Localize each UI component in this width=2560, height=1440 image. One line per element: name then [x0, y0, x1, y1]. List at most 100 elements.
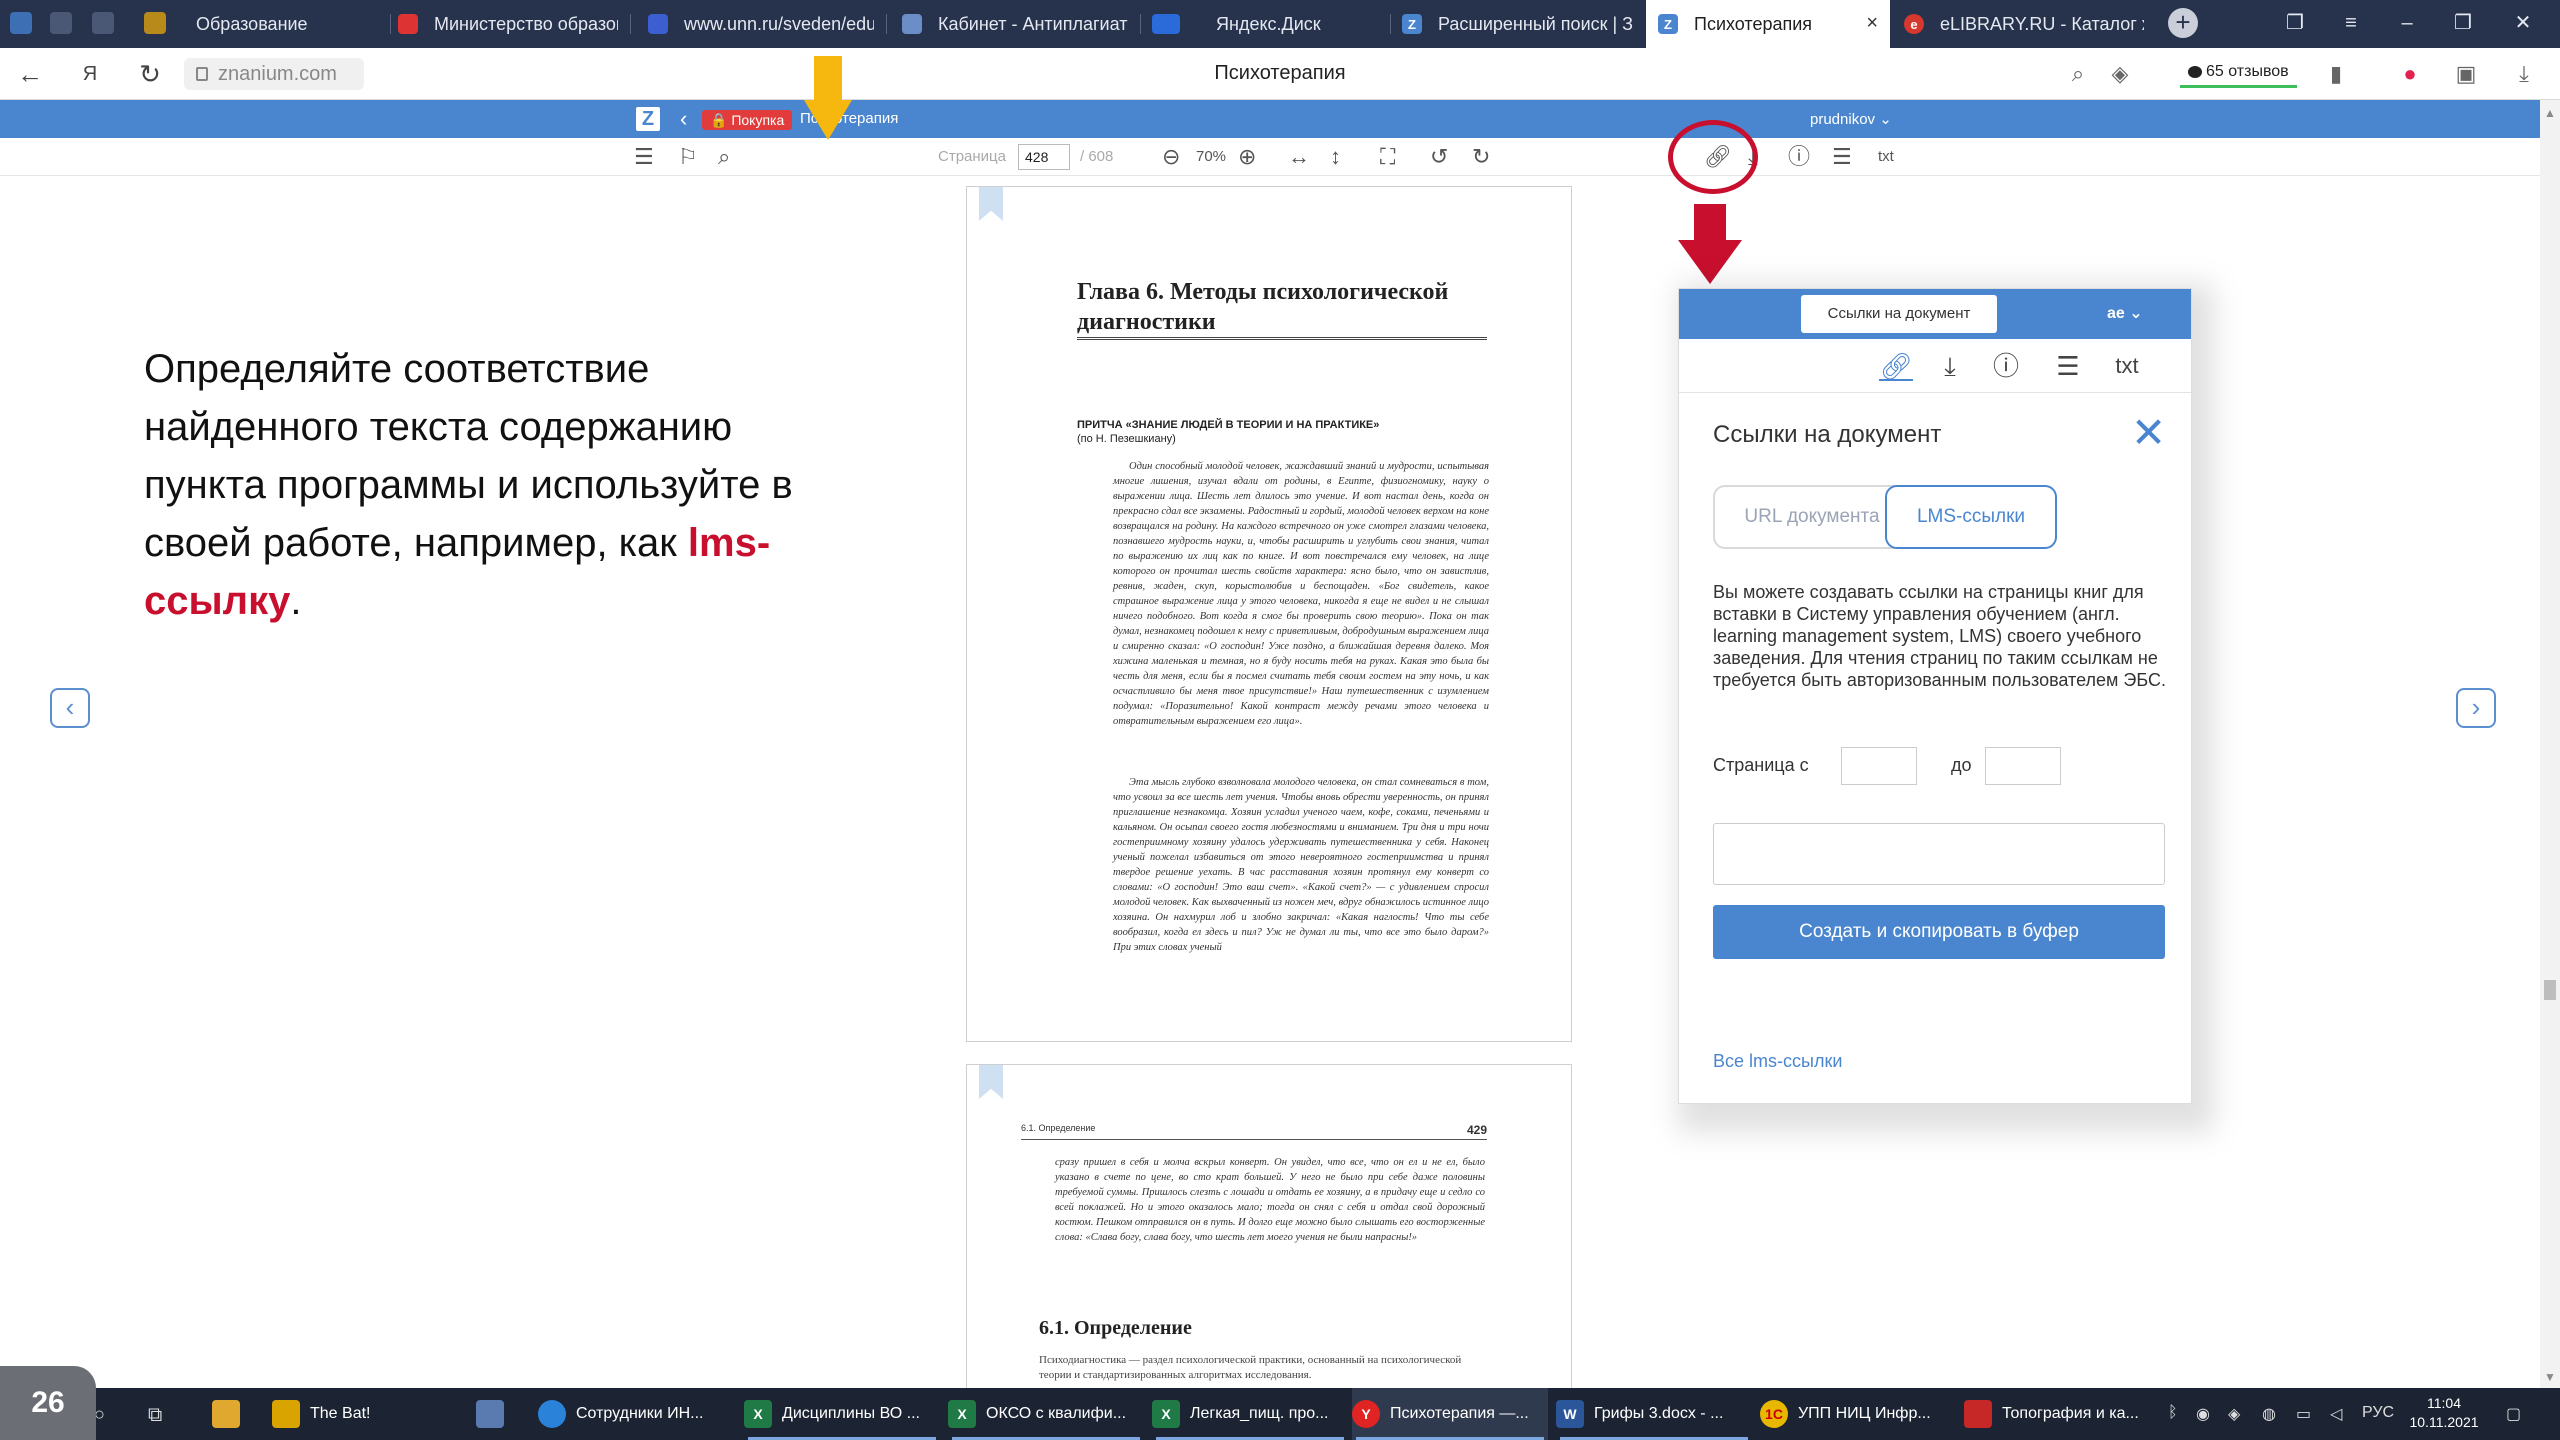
tab-ministry[interactable]: Министерство образов — [398, 0, 618, 48]
restore-window-icon[interactable]: ❐ — [2448, 8, 2478, 38]
user-menu[interactable]: ae ⌄ — [2107, 303, 2143, 323]
minimize-window-icon[interactable]: – — [2392, 8, 2422, 38]
close-window-icon[interactable]: ✕ — [2508, 8, 2538, 38]
znanium-logo[interactable]: Z — [636, 107, 660, 131]
folder-icon — [212, 1400, 240, 1428]
reviews-badge[interactable]: 65 отзывов — [2180, 58, 2297, 88]
volume-icon[interactable]: ◁ — [2330, 1404, 2342, 1424]
buy-badge[interactable]: 🔒 Покупка — [702, 110, 793, 130]
rotate-left-icon[interactable]: ↺ — [1430, 145, 1448, 169]
taskbar-explorer[interactable] — [212, 1388, 256, 1440]
bookmark-icon[interactable]: ⚐ — [678, 145, 698, 169]
pdf-icon — [1964, 1400, 1992, 1428]
taskbar-item[interactable]: X Легкая_пищ. про... — [1152, 1388, 1348, 1440]
contents-list-icon[interactable]: ☰ — [634, 145, 654, 169]
info-icon[interactable]: ⓘ — [1991, 351, 2021, 381]
generated-link-field[interactable] — [1713, 823, 2165, 885]
taskbar-item[interactable]: 1С УПП НИЦ Инфр... — [1760, 1388, 1956, 1440]
bookmark-icon[interactable]: ▮ — [2324, 62, 2348, 86]
tab-education[interactable]: Образование — [160, 0, 380, 48]
page-number-input[interactable] — [1018, 144, 1070, 170]
info-icon[interactable]: ⓘ — [1788, 145, 1810, 169]
scroll-thumb[interactable] — [2544, 980, 2556, 1000]
txt-button[interactable]: txt — [2107, 351, 2147, 381]
user-menu[interactable]: prudnikov ⌄ — [1810, 110, 1892, 128]
download-icon[interactable]: ⤓ — [1935, 351, 1965, 381]
taskbar-item[interactable]: Топография и ка... — [1964, 1388, 2160, 1440]
task-view-icon[interactable]: ⧉ — [148, 1404, 162, 1427]
tray-app-icon[interactable]: ◉ — [2196, 1404, 2210, 1424]
all-lms-links-link[interactable]: Все lms-ссылки — [1713, 1051, 1842, 1072]
language-indicator[interactable]: РУС — [2362, 1404, 2394, 1422]
vertical-scrollbar[interactable]: ▲ ▼ — [2540, 100, 2560, 1388]
tab-lms-links[interactable]: LMS-ссылки — [1885, 485, 2057, 549]
tab-advanced-search[interactable]: Z Расширенный поиск | З — [1402, 0, 1638, 48]
zoom-out-icon[interactable]: ⊖ — [1162, 145, 1180, 169]
tab-elibrary[interactable]: e eLIBRARY.RU - Каталог ж — [1904, 0, 2144, 48]
tab-psychotherapy[interactable]: Z Психотерапия × — [1646, 0, 1890, 48]
lastpass-icon[interactable]: ● — [2398, 62, 2422, 86]
panel-title: Ссылки на документ — [1713, 421, 1942, 448]
tray-app-icon[interactable]: ◈ — [2228, 1404, 2240, 1424]
url-field[interactable]: znanium.com — [184, 58, 364, 90]
scroll-up-icon[interactable]: ▲ — [2544, 106, 2556, 120]
reload-icon[interactable]: ↻ — [134, 58, 166, 90]
taskbar-item[interactable]: X ОКСО с квалифи... — [948, 1388, 1144, 1440]
browser-settings-icon[interactable]: ≡ — [2336, 8, 2366, 38]
prev-page-arrow[interactable]: ‹ — [50, 688, 90, 728]
scroll-down-icon[interactable]: ▼ — [2544, 1370, 2556, 1384]
stack-icon[interactable]: ☰ — [2051, 351, 2085, 381]
new-tab-button[interactable]: + — [2168, 8, 2198, 38]
page-label: Страница — [938, 148, 1006, 165]
znanium-icon: Z — [1658, 14, 1678, 34]
collections-icon[interactable]: ▣ — [2454, 62, 2478, 86]
page-bookmark-icon[interactable] — [979, 1065, 1003, 1099]
notifications-icon[interactable]: ▢ — [2506, 1404, 2521, 1424]
extension-icon[interactable]: ◈ — [2108, 62, 2132, 86]
tab-unn[interactable]: www.unn.ru/sveden/edu — [648, 0, 874, 48]
chevron-down-icon: ⌄ — [1879, 111, 1892, 128]
bookmarks-panel-icon[interactable] — [50, 12, 72, 34]
taskbar-item[interactable]: W Грифы 3.docx - ... — [1556, 1388, 1752, 1440]
page-from-label: Страница с — [1713, 755, 1809, 775]
fit-width-icon[interactable]: ↔ — [1288, 145, 1310, 169]
txt-button[interactable]: txt — [1878, 148, 1894, 165]
stack-icon[interactable]: ☰ — [1832, 145, 1852, 169]
page-to-input[interactable] — [1985, 747, 2061, 785]
app-icon — [538, 1400, 566, 1428]
page-from-input[interactable] — [1841, 747, 1917, 785]
network-icon[interactable]: ▭ — [2296, 1404, 2311, 1424]
tab-yandex-disk[interactable]: Яндекс.Диск — [1152, 0, 1382, 48]
taskbar-item[interactable]: The Bat! — [272, 1388, 450, 1440]
taskbar-item[interactable] — [476, 1388, 520, 1440]
tray-app-icon[interactable]: ◍ — [2262, 1404, 2276, 1424]
link-icon[interactable]: 🔗︎ — [1879, 351, 1913, 381]
page-icon[interactable] — [92, 12, 114, 34]
tab-url-document[interactable]: URL документа — [1713, 485, 1909, 549]
download-icon[interactable]: ⤓ — [2512, 62, 2536, 86]
close-tab-icon[interactable]: × — [1866, 12, 1878, 35]
browser-menu-icon[interactable] — [10, 12, 32, 34]
page-bookmark-icon[interactable] — [979, 187, 1003, 221]
fit-height-icon[interactable]: ↕ — [1330, 145, 1341, 169]
close-icon[interactable]: ✕ — [2131, 412, 2166, 454]
yandex-icon[interactable]: Я — [74, 58, 106, 90]
zoom-in-icon[interactable]: ⊕ — [1238, 145, 1256, 169]
taskbar-item[interactable]: Y Психотерапия —... — [1352, 1388, 1548, 1440]
create-and-copy-button[interactable]: Создать и скопировать в буфер — [1713, 905, 2165, 959]
search-icon[interactable]: ⌕ — [718, 145, 730, 169]
fullscreen-icon[interactable]: ⛶ — [1380, 145, 1395, 169]
tab-antiplagiat[interactable]: Кабинет - Антиплагиат — [902, 0, 1132, 48]
taskbar-item[interactable]: X Дисциплины ВО ... — [744, 1388, 940, 1440]
tab-manager-icon[interactable]: ❐ — [2280, 8, 2310, 38]
links-tooltip: Ссылки на документ — [1801, 295, 1997, 333]
back-arrow-icon[interactable]: ← — [14, 58, 46, 90]
next-page-arrow[interactable]: › — [2456, 688, 2496, 728]
red-pointer-arrow — [1678, 204, 1742, 284]
taskbar-item[interactable]: Сотрудники ИН... — [538, 1388, 734, 1440]
search-icon[interactable]: ⌕ — [2066, 62, 2090, 86]
chevron-left-icon[interactable]: ‹ — [680, 106, 687, 132]
clock[interactable]: 11:04 10.11.2021 — [2404, 1394, 2484, 1432]
rotate-right-icon[interactable]: ↻ — [1472, 145, 1490, 169]
bluetooth-icon[interactable]: ᛒ — [2168, 1404, 2178, 1422]
